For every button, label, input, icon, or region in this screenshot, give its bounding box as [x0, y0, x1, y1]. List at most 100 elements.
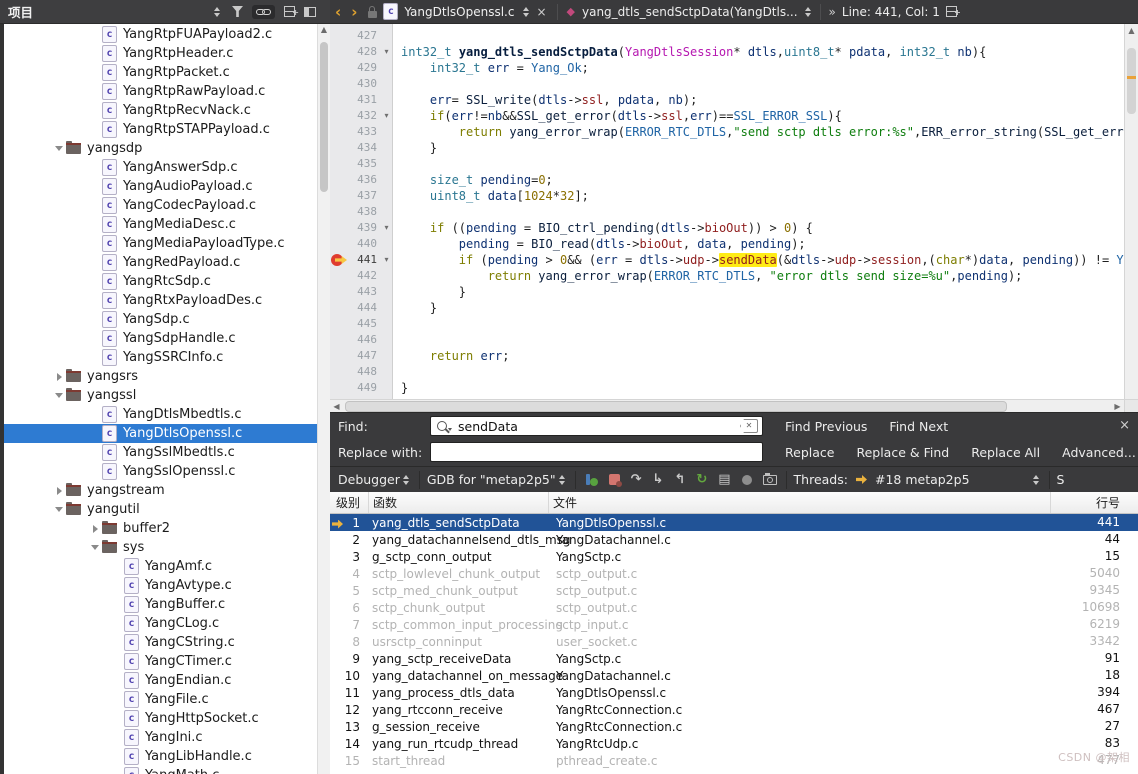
overflow-chevrons-icon[interactable]: » — [829, 5, 836, 19]
step-over-icon[interactable]: ↷ — [631, 473, 642, 487]
back-icon[interactable]: ‹ — [330, 5, 346, 19]
code-line[interactable]: 428▾int32_t yang_dtls_sendSctpData(YangD… — [330, 44, 1124, 60]
tree-item[interactable]: yangutil — [4, 500, 317, 519]
tree-item[interactable]: cYangEndian.c — [4, 671, 317, 690]
symbol-selector-label[interactable]: yang_dtls_sendSctpData(YangDtls... — [582, 5, 798, 19]
tree-item[interactable]: cYangRtpFUAPayload2.c — [4, 25, 317, 44]
stack-frame-row[interactable]: 11yang_process_dtls_dataYangDtlsOpenssl.… — [330, 684, 1138, 701]
file-combo-arrows-icon[interactable] — [520, 7, 532, 17]
code-line[interactable]: 442 return yang_error_wrap(ERROR_RTC_DTL… — [330, 268, 1124, 284]
tree-item[interactable]: cYangAmf.c — [4, 557, 317, 576]
code-line[interactable]: 445 — [330, 316, 1124, 332]
clear-search-icon[interactable]: ✕ — [740, 419, 758, 433]
continue-icon[interactable] — [585, 473, 598, 486]
filter-icon[interactable] — [232, 6, 243, 17]
stack-frame-row[interactable]: 13g_session_receiveYangRtcConnection.c27 — [330, 718, 1138, 735]
editor-horizontal-scrollbar[interactable]: ◀ ▶ — [330, 399, 1124, 412]
scroll-up-icon[interactable]: ▲ — [318, 24, 330, 36]
expander-open-icon[interactable] — [52, 507, 66, 512]
code-line[interactable]: 431 err= SSL_write(dtls->ssl, pdata, nb)… — [330, 92, 1124, 108]
tree-item[interactable]: cYangLibHandle.c — [4, 747, 317, 766]
record-icon[interactable] — [742, 475, 752, 485]
line-number[interactable]: 442 — [330, 268, 380, 284]
fold-marker-icon[interactable]: ▾ — [380, 108, 393, 124]
stack-frame-row[interactable]: 3g_sctp_conn_outputYangSctp.c15 — [330, 548, 1138, 565]
find-next-button[interactable]: Find Next — [889, 419, 948, 434]
thread-select[interactable]: #18 metap2p5 — [875, 472, 970, 487]
scroll-up-icon[interactable]: ▲ — [1125, 24, 1138, 37]
tree-item[interactable]: cYangDtlsMbedtls.c — [4, 405, 317, 424]
editor-code-area[interactable]: 427428▾int32_t yang_dtls_sendSctpData(Ya… — [330, 24, 1124, 399]
tree-item[interactable]: cYangDtlsOpenssl.c — [4, 424, 317, 443]
forward-icon[interactable]: › — [346, 5, 362, 19]
code-line[interactable]: 432▾ if(err!=nb&&SSL_get_error(dtls->ssl… — [330, 108, 1124, 124]
line-number[interactable]: 436 — [330, 172, 380, 188]
fold-marker-icon[interactable]: ▾ — [380, 220, 393, 236]
line-number[interactable]: 448 — [330, 364, 380, 380]
close-file-icon[interactable]: × — [532, 5, 550, 19]
editor-hscroll-thumb[interactable] — [345, 401, 1007, 412]
stack-frame-row[interactable]: 12yang_rtcconn_receiveYangRtcConnection.… — [330, 701, 1138, 718]
code-line[interactable]: 443 } — [330, 284, 1124, 300]
scroll-left-icon[interactable]: ◀ — [330, 402, 343, 411]
tree-item[interactable]: cYangFile.c — [4, 690, 317, 709]
code-editor[interactable]: 427428▾int32_t yang_dtls_sendSctpData(Ya… — [330, 24, 1138, 412]
code-line[interactable]: 446 — [330, 332, 1124, 348]
tree-item[interactable]: cYangCodecPayload.c — [4, 196, 317, 215]
close-find-panel-icon[interactable]: × — [1119, 418, 1130, 433]
restart-icon[interactable]: ↻ — [696, 473, 707, 487]
replace-and-find-button[interactable]: Replace & Find — [856, 445, 949, 460]
tree-item[interactable]: cYangAudioPayload.c — [4, 177, 317, 196]
step-into-icon[interactable]: ↳ — [653, 473, 664, 487]
stack-header-level[interactable]: 级别 — [330, 492, 368, 513]
scroll-right-icon[interactable]: ▶ — [1111, 402, 1124, 411]
code-line[interactable]: 434 } — [330, 140, 1124, 156]
line-number[interactable]: 440 — [330, 236, 380, 252]
tree-item[interactable]: cYangSdpHandle.c — [4, 329, 317, 348]
collapse-panel-icon[interactable] — [304, 7, 316, 17]
line-number[interactable]: 434 — [330, 140, 380, 156]
engine-combo-arrows-icon[interactable] — [556, 475, 568, 485]
tree-item[interactable]: cYangRtpRecvNack.c — [4, 101, 317, 120]
lock-icon[interactable] — [368, 11, 377, 18]
stack-header-function[interactable]: 函数 — [368, 492, 548, 513]
tree-item[interactable]: cYangMediaPayloadType.c — [4, 234, 317, 253]
tree-item[interactable]: cYangRtpHeader.c — [4, 44, 317, 63]
expander-open-icon[interactable] — [52, 146, 66, 151]
code-line[interactable]: 436 size_t pending=0; — [330, 172, 1124, 188]
panel-combo-arrows-icon[interactable] — [211, 7, 223, 17]
editor-vertical-scrollbar[interactable]: ▲ — [1124, 24, 1138, 399]
code-line[interactable]: 433 return yang_error_wrap(ERROR_RTC_DTL… — [330, 124, 1124, 140]
stack-frame-row[interactable]: 10yang_datachannel_on_messageYangDatacha… — [330, 667, 1138, 684]
tree-item[interactable]: yangsdp — [4, 139, 317, 158]
tree-item[interactable]: cYangMath.c — [4, 766, 317, 774]
replace-input[interactable] — [435, 445, 758, 460]
line-number[interactable]: 428 — [330, 44, 380, 60]
line-number[interactable]: 444 — [330, 300, 380, 316]
tree-item[interactable]: cYangMediaDesc.c — [4, 215, 317, 234]
line-number[interactable]: 429 — [330, 60, 380, 76]
tree-item[interactable]: cYangSslOpenssl.c — [4, 462, 317, 481]
stack-frame-row[interactable]: 1yang_dtls_sendSctpDataYangDtlsOpenssl.c… — [330, 514, 1138, 531]
expander-closed-icon[interactable] — [88, 525, 102, 533]
expander-open-icon[interactable] — [88, 545, 102, 550]
code-line[interactable]: 440 pending = BIO_read(dtls->bioOut, dat… — [330, 236, 1124, 252]
code-line[interactable]: 430 — [330, 76, 1124, 92]
line-number[interactable]: 438 — [330, 204, 380, 220]
expander-closed-icon[interactable] — [52, 487, 66, 495]
tree-item[interactable]: cYangRtcSdp.c — [4, 272, 317, 291]
tree-item[interactable]: cYangRedPayload.c — [4, 253, 317, 272]
stack-header-file[interactable]: 文件 — [548, 492, 1050, 513]
line-number[interactable]: 439 — [330, 220, 380, 236]
fold-marker-icon[interactable]: ▾ — [380, 44, 393, 60]
stack-frame-row[interactable]: 6sctp_chunk_outputsctp_output.c10698 — [330, 599, 1138, 616]
log-icon[interactable]: ▤ — [718, 473, 730, 487]
line-number[interactable]: 437 — [330, 188, 380, 204]
fold-marker-icon[interactable]: ▾ — [380, 252, 393, 268]
open-file-tab-label[interactable]: YangDtlsOpenssl.c — [404, 5, 514, 19]
stack-frame-row[interactable]: 9yang_sctp_receiveDataYangSctp.c91 — [330, 650, 1138, 667]
editor-vscroll-thumb[interactable] — [1127, 48, 1136, 114]
tree-item[interactable]: buffer2 — [4, 519, 317, 538]
replace-input-box[interactable] — [430, 442, 763, 462]
tree-item[interactable]: cYangIni.c — [4, 728, 317, 747]
